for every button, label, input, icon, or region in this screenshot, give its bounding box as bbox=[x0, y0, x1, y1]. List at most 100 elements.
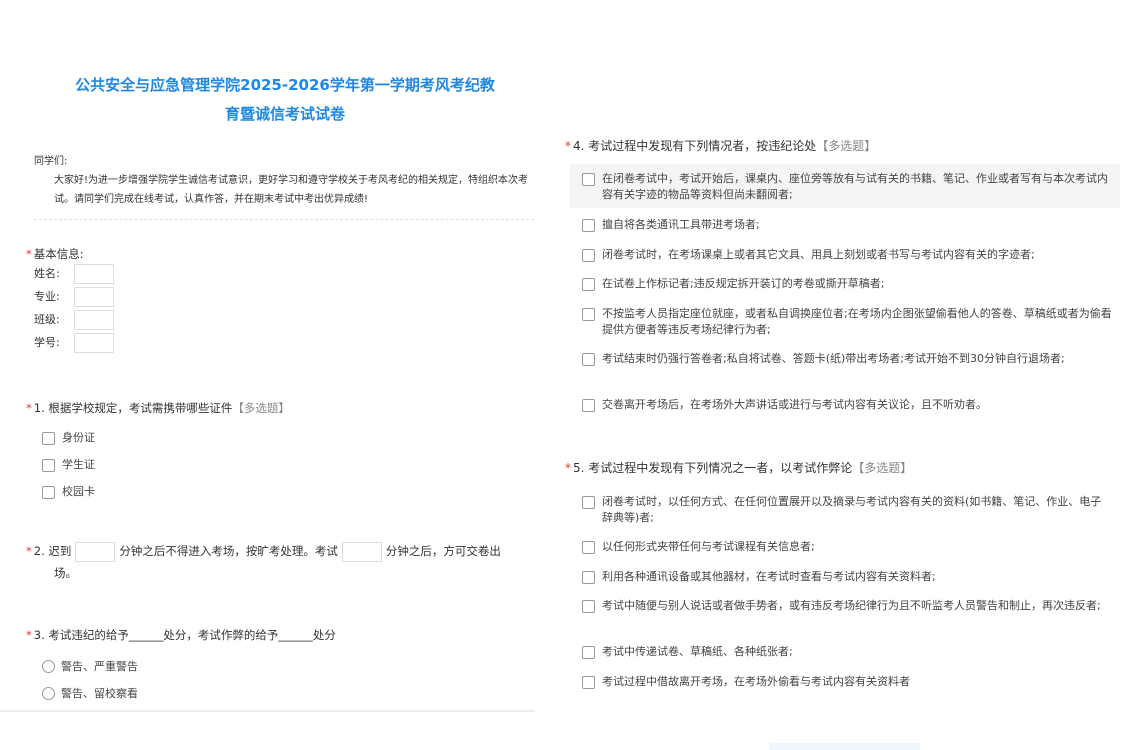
basic-info-text: 基本信息: bbox=[33, 247, 84, 261]
checkbox-icon bbox=[582, 600, 595, 613]
question-5-tag: 【多选题】 bbox=[852, 461, 913, 475]
checkbox-icon bbox=[582, 249, 595, 262]
question-5-text: 5. 考试过程中发现有下列情况之一者，以考试作弊论 bbox=[573, 461, 853, 475]
field-major-label: 专业: bbox=[34, 290, 60, 303]
checkbox-icon bbox=[42, 459, 55, 472]
question-4-title: * 4. 考试过程中发现有下列情况者，按违纪论处【多选题】 bbox=[565, 137, 876, 154]
option-label: 考试中传递试卷、草稿纸、各种纸张者; bbox=[602, 645, 793, 658]
major-input[interactable] bbox=[74, 287, 114, 307]
option-label: 擅自将各类通讯工具带进考场者; bbox=[602, 218, 760, 231]
q4-option-7[interactable]: 交卷离开考场后，在考场外大声讲话或进行与考试内容有关议论，且不听劝者。 bbox=[582, 397, 1112, 413]
option-label: 考试结束时仍强行答卷者;私自将试卷、答题卡(纸)带出考场者;考试开始不到30分钟… bbox=[602, 352, 1065, 365]
required-mark: * bbox=[26, 544, 32, 558]
question-3-title: * 3. 考试违纪的给予______处分，考试作弊的给予______处分 bbox=[26, 627, 336, 643]
intro-text: 大家好!为进一步增强学院学生诚信考试意识，更好学习和遵守学校关于考风考纪的相关规… bbox=[54, 175, 529, 205]
q4-option-3[interactable]: 闭卷考试时，在考场课桌上或者其它文具、用具上刻划或者书写与考试内容有关的字迹者; bbox=[582, 247, 1112, 263]
question-2-text-3: 分钟之后，方可交卷出 bbox=[385, 544, 501, 558]
checkbox-icon bbox=[582, 399, 595, 412]
option-label: 交卷离开考场后，在考场外大声讲话或进行与考试内容有关议论，且不听劝者。 bbox=[602, 398, 987, 411]
question-4-tag: 【多选题】 bbox=[816, 139, 877, 153]
survey-title-line2: 育暨诚信考试试卷 bbox=[224, 105, 345, 123]
question-2-text-2: 分钟之后不得进入考场，按旷考处理。考试 bbox=[119, 544, 338, 558]
option-label: 以任何形式夹带任何与考试课程有关信息者; bbox=[602, 540, 815, 553]
option-label: 考试过程中借故离开考场，在考场外偷看与考试内容有关资料者 bbox=[602, 675, 910, 688]
field-class-label: 班级: bbox=[34, 313, 60, 326]
field-major: 专业: bbox=[34, 287, 114, 307]
q4-option-6[interactable]: 考试结束时仍强行答卷者;私自将试卷、答题卡(纸)带出考场者;考试开始不到30分钟… bbox=[582, 351, 1112, 367]
option-label: 在闭卷考试中，考试开始后，课桌内、座位旁等放有与试有关的书籍、笔记、作业或者写有… bbox=[602, 172, 1108, 201]
option-label: 利用各种通讯设备或其他器材，在考试时查看与考试内容有关资料者; bbox=[602, 570, 936, 583]
required-mark: * bbox=[565, 461, 571, 475]
question-1-tag: 【多选题】 bbox=[232, 401, 290, 415]
field-student-id-label: 学号: bbox=[34, 336, 60, 349]
late-minutes-input[interactable] bbox=[75, 541, 116, 562]
submit-minutes-input[interactable] bbox=[341, 541, 382, 562]
q5-option-6[interactable]: 考试过程中借故离开考场，在考场外偷看与考试内容有关资料者 bbox=[582, 674, 1112, 690]
option-label: 学生证 bbox=[62, 458, 95, 471]
checkbox-icon bbox=[582, 541, 595, 554]
question-4-text: 4. 考试过程中发现有下列情况者，按违纪论处 bbox=[573, 139, 817, 153]
required-mark: * bbox=[26, 401, 32, 415]
field-student-id: 学号: bbox=[34, 333, 114, 353]
required-mark: * bbox=[26, 247, 32, 261]
field-class: 班级: bbox=[34, 310, 114, 330]
q4-option-4[interactable]: 在试卷上作标记者;违反规定拆开装订的考卷或撕开草稿者; bbox=[582, 276, 1112, 292]
q5-option-3[interactable]: 利用各种通讯设备或其他器材，在考试时查看与考试内容有关资料者; bbox=[582, 569, 1112, 585]
option-label: 闭卷考试时，以任何方式、在任何位置展开以及摘录与考试内容有关的资料(如书籍、笔记… bbox=[602, 495, 1102, 524]
q5-option-2[interactable]: 以任何形式夹带任何与考试课程有关信息者; bbox=[582, 539, 1112, 555]
question-3-text: 3. 考试违纪的给予______处分，考试作弊的给予______处分 bbox=[33, 628, 336, 642]
checkbox-icon bbox=[582, 173, 595, 186]
checkbox-icon bbox=[42, 432, 55, 445]
field-name: 姓名: bbox=[34, 264, 114, 284]
question-1-title: * 1. 根据学校规定，考试需携带哪些证件【多选题】 bbox=[26, 400, 290, 416]
question-2: * 2. 迟到 分钟之后不得进入考场，按旷考处理。考试 分钟之后，方可交卷出 场。 bbox=[26, 540, 531, 584]
checkbox-icon bbox=[582, 571, 595, 584]
q1-option-campus-card[interactable]: 校园卡 bbox=[42, 484, 95, 500]
q5-option-4[interactable]: 考试中随便与别人说话或者做手势者，或有违反考场纪律行为且不听监考人员警告和制止，… bbox=[582, 598, 1112, 614]
radio-icon bbox=[42, 686, 55, 700]
checkbox-icon bbox=[582, 676, 595, 689]
checkbox-icon bbox=[582, 219, 595, 232]
required-mark: * bbox=[565, 139, 571, 153]
class-input[interactable] bbox=[74, 310, 114, 330]
q3-option-2[interactable]: 警告、留校察看 bbox=[42, 685, 138, 701]
faint-bar bbox=[770, 743, 920, 750]
checkbox-icon bbox=[582, 646, 595, 659]
checkbox-icon bbox=[582, 353, 595, 366]
q5-option-5[interactable]: 考试中传递试卷、草稿纸、各种纸张者; bbox=[582, 644, 1112, 660]
checkbox-icon bbox=[582, 278, 595, 291]
option-label: 闭卷考试时，在考场课桌上或者其它文具、用具上刻划或者书写与考试内容有关的字迹者; bbox=[602, 248, 1035, 261]
option-label: 身份证 bbox=[62, 431, 95, 444]
checkbox-icon bbox=[582, 308, 595, 321]
q5-option-1[interactable]: 闭卷考试时，以任何方式、在任何位置展开以及摘录与考试内容有关的资料(如书籍、笔记… bbox=[582, 494, 1112, 526]
question-2-number: 2. bbox=[33, 544, 45, 558]
question-1-text: 1. 根据学校规定，考试需携带哪些证件 bbox=[33, 401, 233, 415]
field-name-label: 姓名: bbox=[34, 267, 60, 280]
checkbox-icon bbox=[582, 496, 595, 509]
q4-option-5[interactable]: 不按监考人员指定座位就座，或者私自调换座位者;在考场内企图张望偷看他人的答卷、草… bbox=[582, 306, 1112, 338]
question-5-title: * 5. 考试过程中发现有下列情况之一者，以考试作弊论【多选题】 bbox=[565, 459, 912, 476]
option-label: 考试中随便与别人说话或者做手势者，或有违反考场纪律行为且不听监考人员警告和制止，… bbox=[602, 599, 1101, 612]
option-label: 在试卷上作标记者;违反规定拆开装订的考卷或撕开草稿者; bbox=[602, 277, 885, 290]
option-label: 警告、严重警告 bbox=[61, 660, 138, 673]
q3-option-1[interactable]: 警告、严重警告 bbox=[42, 658, 138, 674]
student-id-input[interactable] bbox=[74, 333, 114, 353]
intro-block: 同学们: 大家好!为进一步增强学院学生诚信考试意识，更好学习和遵守学校关于考风考… bbox=[34, 152, 534, 209]
radio-icon bbox=[42, 659, 55, 673]
option-label: 校园卡 bbox=[62, 485, 95, 498]
question-2-text-1: 迟到 bbox=[48, 544, 72, 558]
question-2-text-4: 场。 bbox=[54, 566, 77, 580]
name-input[interactable] bbox=[74, 264, 114, 284]
divider bbox=[34, 219, 534, 220]
required-mark: * bbox=[26, 628, 32, 642]
checkbox-icon bbox=[42, 486, 55, 499]
q4-option-2[interactable]: 擅自将各类通讯工具带进考场者; bbox=[582, 217, 1112, 233]
q4-option-1[interactable]: 在闭卷考试中，考试开始后，课桌内、座位旁等放有与试有关的书籍、笔记、作业或者写有… bbox=[582, 171, 1112, 203]
option-label: 不按监考人员指定座位就座，或者私自调换座位者;在考场内企图张望偷看他人的答卷、草… bbox=[602, 307, 1112, 336]
q1-option-student-card[interactable]: 学生证 bbox=[42, 457, 95, 473]
q1-option-id-card[interactable]: 身份证 bbox=[42, 430, 95, 446]
basic-info-label: * 基本信息: bbox=[26, 246, 84, 262]
greeting-text: 同学们: bbox=[34, 156, 68, 167]
bottom-divider bbox=[0, 710, 535, 712]
survey-title-line1: 公共安全与应急管理学院2025-2026学年第一学期考风考纪教 bbox=[75, 76, 495, 94]
